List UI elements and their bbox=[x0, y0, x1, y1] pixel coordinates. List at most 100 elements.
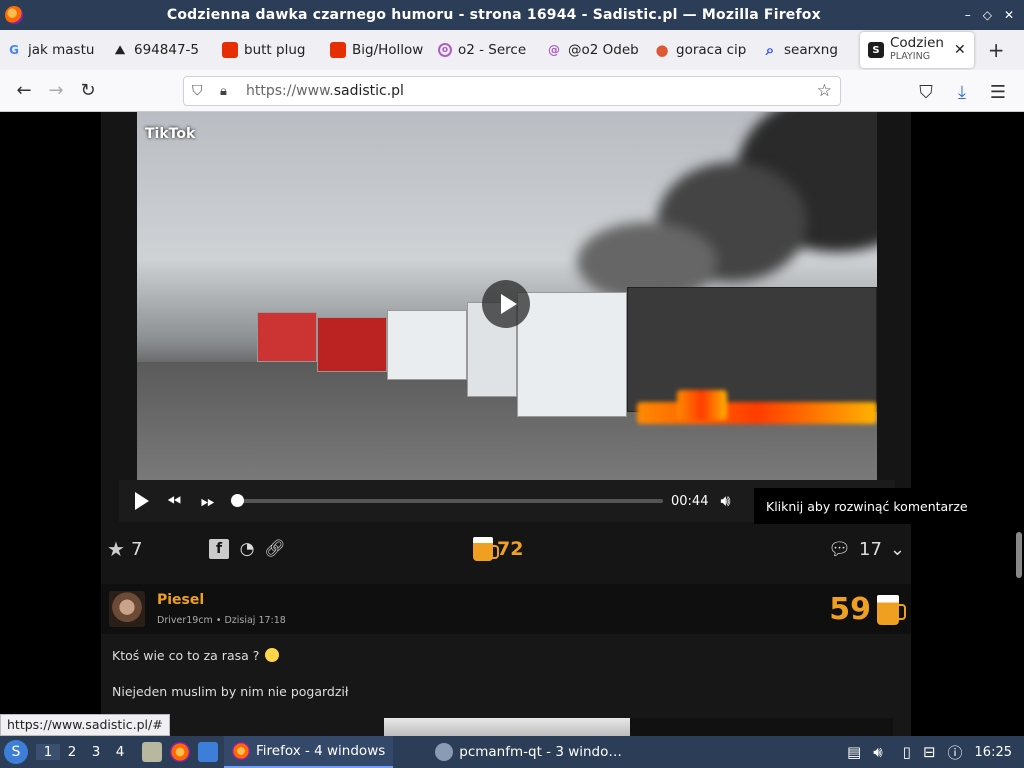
tab-searxng[interactable]: ⌕ searxng bbox=[756, 34, 856, 66]
tracking-protection-shield-icon[interactable]: ⛉ bbox=[192, 83, 210, 99]
video-time: 00:44 bbox=[671, 493, 709, 509]
duckduckgo-icon: ● bbox=[655, 41, 669, 59]
window-titlebar: Codzienna dawka czarnego humoru - strona… bbox=[0, 0, 1024, 30]
workspace-switcher: 1 2 3 4 bbox=[36, 744, 132, 760]
site-icon: ⛰ bbox=[114, 42, 126, 57]
comment-header: Piesel Driver19cm • Dzisiaj 17:18 59 bbox=[101, 584, 911, 634]
beer-mug-icon[interactable] bbox=[473, 537, 499, 561]
comment-author[interactable]: Piesel bbox=[157, 592, 204, 608]
comment-score[interactable]: 59 bbox=[829, 592, 906, 627]
play-button[interactable] bbox=[123, 484, 157, 518]
firefox-launcher-icon[interactable] bbox=[170, 742, 190, 762]
workspace-3[interactable]: 3 bbox=[84, 744, 108, 760]
beer-vote[interactable]: 72 bbox=[473, 537, 523, 561]
tab-694847[interactable]: ⛰ 694847-5 bbox=[106, 34, 216, 66]
tab-o2-serce[interactable]: o o2 - Serce bbox=[432, 34, 540, 66]
beer-count: 72 bbox=[497, 538, 524, 560]
system-tray: ▤ 🔊︎ ▯ ⊟ ⓘ 16:25 bbox=[847, 742, 1024, 763]
bookmark-star-icon[interactable]: ☆ bbox=[817, 81, 832, 101]
tab-active-codzienna[interactable]: S Codzien PLAYING ✕ bbox=[860, 32, 974, 68]
favorite-count: 7 bbox=[130, 538, 143, 560]
progress-knob[interactable] bbox=[231, 494, 244, 507]
downloads-icon[interactable]: ⤓ bbox=[946, 76, 978, 108]
video-truck bbox=[257, 312, 317, 362]
close-tab-icon[interactable]: ✕ bbox=[954, 42, 966, 58]
comment-text-line-2: Niejeden muslim by nim nie pogardził bbox=[112, 684, 349, 699]
video-big-play-button[interactable] bbox=[482, 280, 530, 328]
video-truck bbox=[387, 310, 467, 380]
task-label: Firefox - 4 windows bbox=[256, 743, 386, 759]
video-progress-bar[interactable] bbox=[231, 494, 663, 507]
tab-label: 694847-5 bbox=[134, 42, 199, 58]
app-menu-icon[interactable]: ☰ bbox=[982, 76, 1014, 108]
chevron-double-down-icon[interactable]: ⌄ bbox=[890, 539, 905, 560]
tab-strip: G jak mastu ⛰ 694847-5 butt plug Big/Hol… bbox=[0, 30, 1024, 70]
volume-icon[interactable]: 🔊︎ bbox=[720, 491, 730, 511]
tab-goraca[interactable]: ● goraca cip bbox=[648, 34, 756, 66]
url-bar[interactable]: ⛉ 🔒︎ https://www.sadistic.pl ☆ bbox=[183, 76, 841, 106]
comment-score-value: 59 bbox=[829, 592, 871, 627]
rewind-icon[interactable]: ⏪︎ bbox=[157, 484, 191, 518]
notes-icon[interactable]: ▯ bbox=[903, 743, 911, 761]
back-button[interactable]: ← bbox=[8, 75, 40, 107]
firefox-task-icon bbox=[232, 742, 250, 760]
favorite-star-icon[interactable]: ★ bbox=[107, 537, 125, 561]
video-fire bbox=[677, 390, 727, 420]
lock-icon[interactable]: 🔒︎ bbox=[220, 84, 236, 99]
post-action-bar: ★ 7 f ◔ 🔗︎ 72 💬︎ 17 ⌄ bbox=[101, 532, 911, 566]
firefox-logo-icon bbox=[5, 6, 23, 24]
clipboard-icon[interactable]: ▤ bbox=[847, 743, 861, 761]
navigation-bar: ← → ↻ ⛉ 🔒︎ https://www.sadistic.pl ☆ ⛉ ⤓… bbox=[0, 70, 1024, 112]
comments-count: 17 bbox=[859, 538, 882, 560]
page-scrollbar[interactable] bbox=[1016, 532, 1022, 578]
tab-jak-mastu[interactable]: G jak mastu bbox=[0, 34, 106, 66]
forward-button[interactable]: → bbox=[40, 75, 72, 107]
facebook-share-icon[interactable]: f bbox=[209, 539, 229, 559]
reload-button[interactable]: ↻ bbox=[72, 75, 104, 107]
fast-forward-icon[interactable]: ⏩︎ bbox=[191, 484, 225, 518]
maximize-button[interactable]: ◇ bbox=[983, 8, 992, 22]
close-window-button[interactable]: ✕ bbox=[1004, 8, 1014, 22]
workspace-4[interactable]: 4 bbox=[108, 744, 132, 760]
workspace-2[interactable]: 2 bbox=[60, 744, 84, 760]
comment-item: Piesel Driver19cm • Dzisiaj 17:18 59 Kto… bbox=[101, 584, 911, 736]
tab-label: @o2 Odeb bbox=[568, 42, 639, 58]
o2-icon: o bbox=[438, 43, 452, 57]
tab-label: Codzien bbox=[890, 35, 944, 51]
task-firefox[interactable]: Firefox - 4 windows bbox=[224, 736, 394, 768]
video-truck bbox=[517, 292, 627, 417]
tab-label: goraca cip bbox=[676, 42, 747, 58]
desktop-icon[interactable] bbox=[198, 742, 218, 762]
comment-meta: Driver19cm • Dzisiaj 17:18 bbox=[157, 615, 286, 626]
clock[interactable]: 16:25 bbox=[975, 745, 1012, 760]
aliexpress-icon bbox=[330, 42, 346, 58]
tab-big-hollow[interactable]: Big/Hollow bbox=[324, 34, 432, 66]
comment-image[interactable] bbox=[384, 718, 630, 736]
volume-tray-icon[interactable]: 🔊︎ bbox=[873, 743, 882, 761]
tab-label: searxng bbox=[784, 42, 838, 58]
update-notification-icon[interactable]: ⓘ bbox=[948, 742, 963, 763]
tab-label: jak mastu bbox=[28, 42, 95, 58]
gear-icon bbox=[435, 743, 454, 761]
search-icon: ⌕ bbox=[765, 41, 775, 59]
task-pcmanfm[interactable]: pcmanfm-qt - 3 windo… bbox=[427, 736, 630, 768]
tab-butt-plug[interactable]: butt plug bbox=[216, 34, 324, 66]
tiktok-watermark: TikTok bbox=[145, 126, 196, 142]
messenger-share-icon[interactable]: ◔ bbox=[237, 539, 257, 559]
copy-link-icon[interactable]: 🔗︎ bbox=[264, 539, 286, 559]
tab-label: o2 - Serce bbox=[458, 42, 527, 58]
pocket-icon[interactable]: ⛉ bbox=[910, 76, 942, 108]
new-tab-button[interactable]: + bbox=[988, 38, 1005, 62]
avatar[interactable] bbox=[109, 591, 145, 627]
workspace-1[interactable]: 1 bbox=[36, 744, 60, 760]
start-menu-icon[interactable]: S bbox=[4, 740, 28, 764]
google-icon: G bbox=[9, 43, 19, 57]
tab-o2-odeb[interactable]: @ @o2 Odeb bbox=[540, 34, 648, 66]
file-manager-icon[interactable] bbox=[142, 742, 162, 762]
status-url-preview: https://www.sadistic.pl/# bbox=[0, 714, 170, 736]
beer-mug-icon[interactable] bbox=[877, 594, 906, 625]
minimize-button[interactable]: – bbox=[965, 8, 971, 22]
comments-toggle[interactable]: 💬︎ 17 ⌄ bbox=[828, 539, 905, 560]
url-text[interactable]: https://www.sadistic.pl bbox=[246, 83, 817, 99]
network-icon[interactable]: ⊟ bbox=[923, 743, 936, 761]
